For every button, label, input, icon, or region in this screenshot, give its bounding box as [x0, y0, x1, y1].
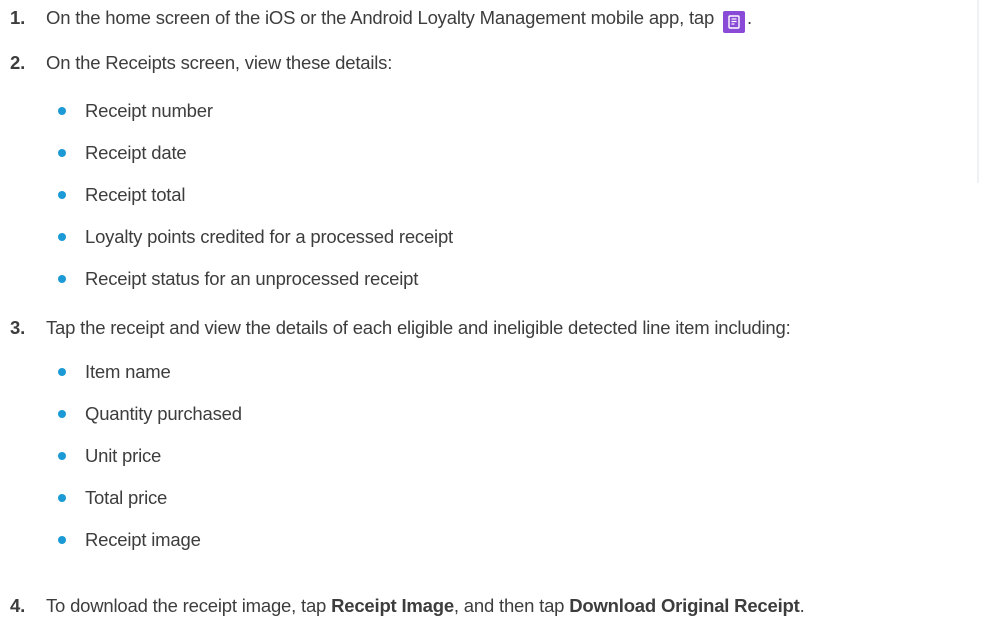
step-number: 2. [10, 52, 26, 73]
bullet-icon [58, 233, 66, 241]
step-2: 2. On the Receipts screen, view these de… [0, 51, 392, 75]
step-text: On the Receipts screen, view these detai… [46, 52, 393, 73]
bullet-icon [58, 494, 66, 502]
scrollbar[interactable] [977, 0, 979, 183]
list-item: Unit price [58, 444, 161, 468]
list-item-text: Quantity purchased [85, 403, 242, 424]
step-text: Tap the receipt and view the details of … [46, 317, 791, 338]
bullet-icon [58, 191, 66, 199]
list-item: Receipt date [58, 141, 187, 165]
list-item: Total price [58, 486, 167, 510]
list-item-text: Loyalty points credited for a processed … [85, 226, 453, 247]
list-item-text: Receipt number [85, 100, 213, 121]
list-item-text: Item name [85, 361, 171, 382]
step-text-mid: , and then tap [453, 595, 570, 616]
list-item-text: Receipt image [85, 529, 201, 550]
step-text-end: . [799, 595, 805, 616]
bullet-icon [58, 107, 66, 115]
step-text: To download the receipt image, tap [46, 595, 332, 616]
receipt-image-label: Receipt Image [331, 595, 454, 616]
step-3: 3. Tap the receipt and view the details … [0, 316, 791, 340]
step-number: 3. [10, 317, 26, 338]
list-item-text: Total price [85, 487, 168, 508]
list-item-text: Unit price [85, 445, 162, 466]
bullet-icon [58, 275, 66, 283]
list-item: Quantity purchased [58, 402, 242, 426]
step-text-end: . [747, 7, 752, 28]
list-item-text: Receipt total [85, 184, 186, 205]
receipts-icon [723, 11, 746, 33]
bullet-icon [58, 410, 66, 418]
bullet-icon [58, 536, 66, 544]
list-item-text: Receipt status for an unprocessed receip… [85, 268, 419, 289]
step-4: 4. To download the receipt image, tap Re… [0, 594, 805, 618]
list-item: Receipt number [58, 99, 213, 123]
list-item-text: Receipt date [85, 142, 187, 163]
list-item: Receipt total [58, 183, 185, 207]
step-text: On the home screen of the iOS or the And… [46, 7, 715, 28]
step-number: 1. [10, 7, 26, 28]
step-1: 1. On the home screen of the iOS or the … [0, 6, 752, 33]
list-item: Item name [58, 360, 171, 384]
list-item: Loyalty points credited for a processed … [58, 225, 453, 249]
list-item: Receipt status for an unprocessed receip… [58, 267, 418, 291]
step-number: 4. [10, 595, 26, 616]
bullet-icon [58, 368, 66, 376]
list-item: Receipt image [58, 528, 201, 552]
bullet-icon [58, 452, 66, 460]
bullet-icon [58, 149, 66, 157]
download-original-receipt-label: Download Original Receipt [569, 595, 800, 616]
